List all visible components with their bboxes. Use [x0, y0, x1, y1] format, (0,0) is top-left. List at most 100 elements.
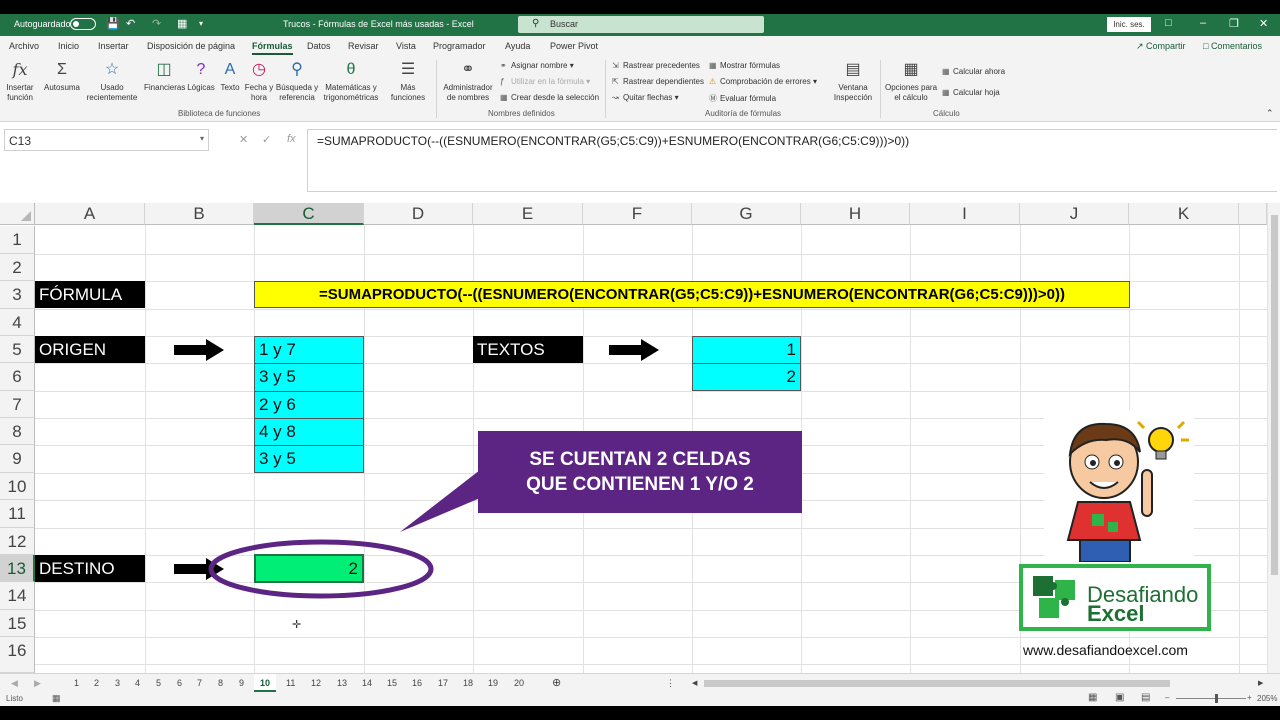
more-functions-button[interactable]: ☰ Más funciones: [386, 60, 430, 103]
column-header-b[interactable]: B: [145, 203, 254, 225]
sheet-tab-14[interactable]: 14: [362, 678, 372, 688]
scroll-right-icon[interactable]: ▶: [1258, 679, 1263, 687]
vertical-scrollbar[interactable]: [1267, 203, 1280, 673]
tab-disposicion[interactable]: Disposición de página: [147, 41, 235, 51]
sheet-tab-12[interactable]: 12: [311, 678, 321, 688]
row-header-4[interactable]: 4: [0, 309, 35, 336]
sheet-tab-20[interactable]: 20: [514, 678, 524, 688]
tab-datos[interactable]: Datos: [307, 41, 331, 51]
cell-a13-dest-label[interactable]: DESTINO: [35, 555, 145, 582]
cell-e5-texts-label[interactable]: TEXTOS: [473, 336, 583, 363]
cell-c7[interactable]: 2 y 6: [254, 391, 364, 419]
row-header-16[interactable]: 16: [0, 637, 35, 673]
column-header-c[interactable]: C: [254, 203, 364, 225]
row-header-2[interactable]: 2: [0, 254, 35, 281]
minimize-icon[interactable]: –: [1200, 17, 1206, 29]
calc-sheet-button[interactable]: ▦ Calcular hoja: [942, 88, 1000, 97]
prev-sheet-icon[interactable]: ◀: [11, 678, 18, 689]
cell-a5-origin-label[interactable]: ORIGEN: [35, 336, 145, 363]
text-button[interactable]: A Texto: [217, 60, 243, 93]
lookup-button[interactable]: ⚲ Búsqueda y referencia: [274, 60, 320, 103]
sheet-tab-1[interactable]: 1: [74, 678, 79, 688]
horizontal-scrollbar[interactable]: [704, 680, 1170, 687]
fx-icon[interactable]: fx: [287, 133, 296, 145]
cell-c5[interactable]: 1 y 7: [254, 336, 364, 364]
undo-icon[interactable]: ↶: [126, 17, 135, 30]
autosave-toggle[interactable]: [70, 18, 96, 30]
tab-ayuda[interactable]: Ayuda: [505, 41, 530, 51]
sheet-tab-13[interactable]: 13: [337, 678, 347, 688]
select-all-corner[interactable]: [0, 203, 35, 225]
tab-inicio[interactable]: Inicio: [58, 41, 79, 51]
row-header-8[interactable]: 8: [0, 418, 35, 445]
insert-function-button[interactable]: fx Insertar función: [4, 60, 36, 103]
column-header-j[interactable]: J: [1020, 203, 1129, 225]
enter-icon[interactable]: ✓: [262, 133, 271, 146]
financial-button[interactable]: ◫ Financieras: [144, 60, 185, 93]
calc-options-button[interactable]: ▦ Opciones para el cálculo: [884, 60, 938, 103]
share-button[interactable]: ↗ Compartir: [1136, 41, 1186, 52]
search-box[interactable]: ⚲ Buscar: [518, 16, 764, 33]
comments-button[interactable]: □ Comentarios: [1203, 41, 1262, 51]
row-header-12[interactable]: 12: [0, 528, 35, 555]
show-formulas-button[interactable]: ▦ Mostrar fórmulas: [709, 61, 780, 70]
save-icon[interactable]: 💾: [106, 17, 120, 30]
column-header-l-partial[interactable]: [1239, 203, 1267, 225]
column-header-k[interactable]: K: [1129, 203, 1239, 225]
macro-record-icon[interactable]: ▦: [52, 693, 61, 704]
watch-window-button[interactable]: ▤ Ventana Inspección: [830, 60, 876, 103]
sheet-tab-18[interactable]: 18: [463, 678, 473, 688]
tab-insertar[interactable]: Insertar: [98, 41, 129, 51]
tab-revisar[interactable]: Revisar: [348, 41, 379, 51]
tab-archivo[interactable]: Archivo: [9, 41, 39, 51]
tabs-split-icon[interactable]: ⋮: [666, 678, 675, 689]
remove-arrows-button[interactable]: ↝ Quitar flechas ▾: [612, 93, 679, 102]
cell-c3-formula-text[interactable]: =SUMAPRODUCTO(--((ESNUMERO(ENCONTRAR(G5;…: [254, 281, 1130, 308]
zoom-in-icon[interactable]: +: [1247, 693, 1252, 702]
cell-g5[interactable]: 1: [692, 336, 801, 364]
row-header-1[interactable]: 1: [0, 226, 35, 254]
row-header-9[interactable]: 9: [0, 445, 35, 473]
calc-now-button[interactable]: ▦ Calcular ahora: [942, 67, 1005, 76]
sheet-tab-16[interactable]: 16: [412, 678, 422, 688]
signin-button[interactable]: Inic. ses.: [1107, 17, 1151, 32]
scroll-left-icon[interactable]: ◀: [692, 679, 697, 687]
row-header-13[interactable]: 13: [0, 555, 35, 582]
normal-view-icon[interactable]: ▦: [1088, 692, 1097, 703]
close-icon[interactable]: ✕: [1259, 17, 1268, 30]
sheet-tab-2[interactable]: 2: [94, 678, 99, 688]
vertical-scroll-thumb[interactable]: [1271, 215, 1278, 575]
ribbon-display-icon[interactable]: □: [1165, 17, 1172, 29]
trace-dependents-button[interactable]: ⇱ Rastrear dependientes: [612, 77, 704, 86]
redo-icon[interactable]: ↷: [152, 17, 161, 30]
sheet-tab-5[interactable]: 5: [156, 678, 161, 688]
name-manager-button[interactable]: ⚭ Administrador de nombres: [440, 60, 496, 103]
create-from-selection-button[interactable]: ▦ Crear desde la selección: [500, 93, 599, 102]
row-header-15[interactable]: 15: [0, 610, 35, 637]
cancel-icon[interactable]: ✕: [239, 133, 248, 146]
cell-c8[interactable]: 4 y 8: [254, 418, 364, 446]
row-header-3[interactable]: 3: [0, 281, 35, 309]
sheet-tab-3[interactable]: 3: [115, 678, 120, 688]
next-sheet-icon[interactable]: ▶: [34, 678, 41, 689]
tab-vista[interactable]: Vista: [396, 41, 416, 51]
tab-programador[interactable]: Programador: [433, 41, 486, 51]
sheet-tab-19[interactable]: 19: [488, 678, 498, 688]
cell-c9[interactable]: 3 y 5: [254, 445, 364, 473]
sheet-tab-8[interactable]: 8: [218, 678, 223, 688]
column-header-e[interactable]: E: [473, 203, 583, 225]
datetime-button[interactable]: ◷ Fecha y hora: [243, 60, 275, 103]
define-name-button[interactable]: ⚭ Asignar nombre ▾: [500, 61, 574, 70]
sheet-tab-17[interactable]: 17: [438, 678, 448, 688]
sheet-tab-7[interactable]: 7: [197, 678, 202, 688]
sheet-tab-4[interactable]: 4: [135, 678, 140, 688]
sheet-tab-6[interactable]: 6: [177, 678, 182, 688]
page-layout-icon[interactable]: ▣: [1115, 692, 1124, 703]
row-header-6[interactable]: 6: [0, 363, 35, 391]
column-header-i[interactable]: I: [910, 203, 1020, 225]
column-header-d[interactable]: D: [364, 203, 473, 225]
column-header-h[interactable]: H: [801, 203, 910, 225]
cell-g6[interactable]: 2: [692, 363, 801, 391]
sheet-tab-10-active[interactable]: 10: [254, 674, 277, 692]
zoom-slider-thumb[interactable]: [1215, 694, 1218, 703]
